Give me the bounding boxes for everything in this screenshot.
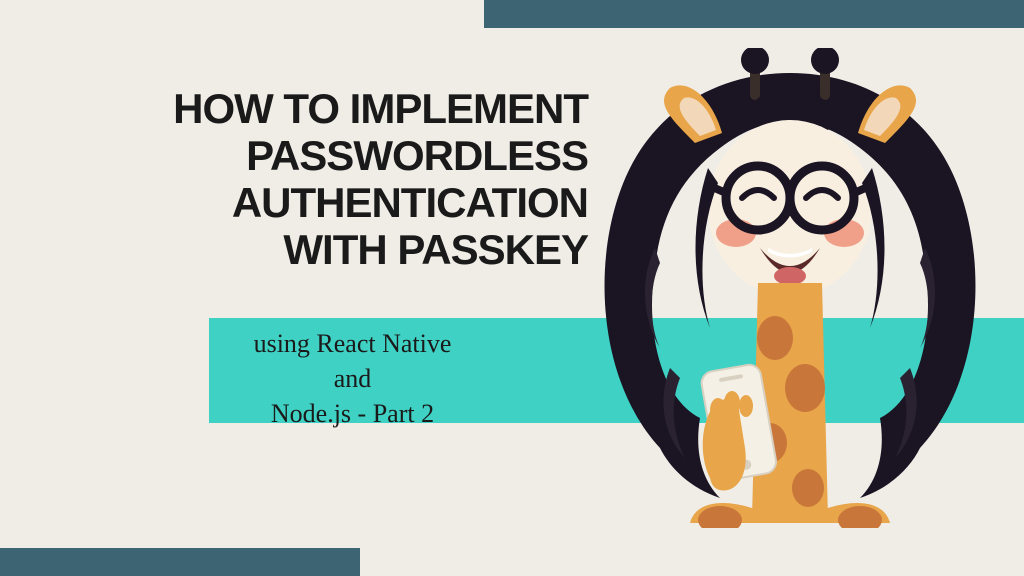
decorative-bar-top: [484, 0, 1024, 28]
title-line-4: WITH PASSKEY: [108, 226, 588, 273]
subtitle-line-2: Node.js - Part 2: [240, 396, 465, 431]
decorative-bar-bottom: [0, 548, 360, 576]
title-line-3: AUTHENTICATION: [108, 179, 588, 226]
title-line-2: PASSWORDLESS: [108, 132, 588, 179]
title-block: HOW TO IMPLEMENT PASSWORDLESS AUTHENTICA…: [108, 85, 588, 273]
title-line-1: HOW TO IMPLEMENT: [108, 85, 588, 132]
subtitle-block: using React Native and Node.js - Part 2: [240, 326, 465, 431]
giraffe-mascot-illustration: [600, 48, 980, 528]
subtitle-line-1: using React Native and: [240, 326, 465, 396]
